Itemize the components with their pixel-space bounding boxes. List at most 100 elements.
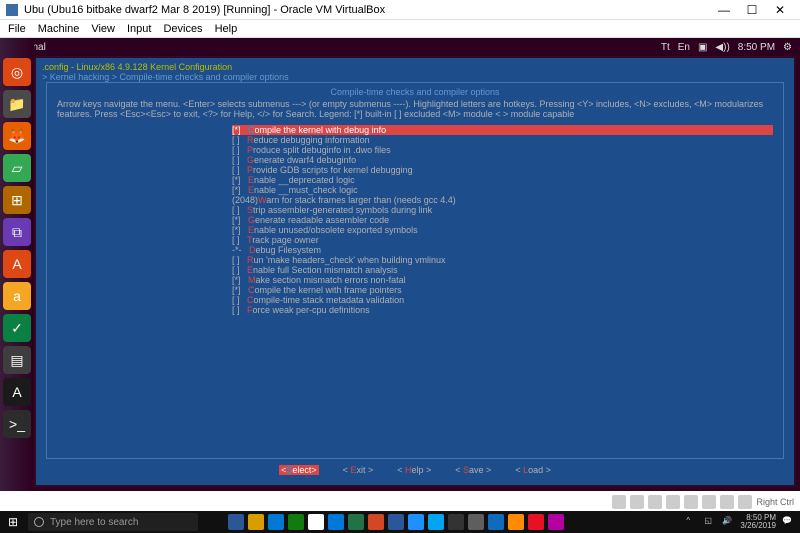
- ubuntu-topbar: Terminal Tt En ▣ ◀)) 8:50 PM ⚙: [0, 38, 800, 56]
- virtualbox-icon: [6, 4, 18, 16]
- taskbar-app-13[interactable]: [488, 514, 504, 530]
- taskbar-app-7[interactable]: [368, 514, 384, 530]
- maximize-button[interactable]: ☐: [738, 3, 766, 17]
- vb-rec-icon[interactable]: [720, 495, 734, 509]
- menuconfig-title: Compile-time checks and compiler options: [57, 87, 773, 97]
- tray-icon[interactable]: ^: [686, 516, 698, 528]
- window-title: Ubu (Ubu16 bitbake dwarf2 Mar 8 2019) [R…: [24, 4, 710, 16]
- config-option[interactable]: [*] Enable __deprecated logic: [232, 175, 773, 185]
- config-option[interactable]: [ ] Compile-time stack metadata validati…: [232, 295, 773, 305]
- taskbar-app-2[interactable]: [268, 514, 284, 530]
- menuconfig-buttons[interactable]: <Select> < Exit > < Help > < Save > < Load >: [42, 459, 788, 481]
- config-option[interactable]: [ ] Provide GDB scripts for kernel debug…: [232, 165, 773, 175]
- menu-file[interactable]: File: [8, 23, 26, 35]
- tray-net-icon[interactable]: ◱: [704, 516, 716, 528]
- config-option[interactable]: [*] Compile the kernel with frame pointe…: [232, 285, 773, 295]
- menu-view[interactable]: View: [91, 23, 115, 35]
- config-option[interactable]: [*] Enable unused/obsolete exported symb…: [232, 225, 773, 235]
- launcher-item-3[interactable]: ▱: [3, 154, 31, 182]
- vb-host-key: Right Ctrl: [756, 497, 794, 507]
- menuconfig[interactable]: .config - Linux/x86 4.9.128 Kernel Confi…: [36, 58, 794, 485]
- indicator-keyboard[interactable]: Tt: [661, 42, 670, 53]
- launcher-item-10[interactable]: A: [3, 378, 31, 406]
- menuconfig-elect-button[interactable]: <Select>: [279, 465, 319, 475]
- launcher-item-7[interactable]: a: [3, 282, 31, 310]
- menuconfig-elp-button[interactable]: < Help >: [397, 465, 431, 475]
- config-option[interactable]: [ ] Strip assembler-generated symbols du…: [232, 205, 773, 215]
- launcher-item-2[interactable]: 🦊: [3, 122, 31, 150]
- vb-cd-icon[interactable]: [630, 495, 644, 509]
- taskbar-app-1[interactable]: [248, 514, 264, 530]
- taskbar-app-6[interactable]: [348, 514, 364, 530]
- vb-hdd-icon[interactable]: [612, 495, 626, 509]
- config-option[interactable]: [*] Compile the kernel with debug info: [232, 125, 773, 135]
- vb-display-icon[interactable]: [702, 495, 716, 509]
- launcher-item-11[interactable]: >_: [3, 410, 31, 438]
- taskbar-app-0[interactable]: [228, 514, 244, 530]
- vm-display[interactable]: Terminal Tt En ▣ ◀)) 8:50 PM ⚙ ◎ 📁 🦊 ▱ ⊞ ⧉ Aa ✓…: [0, 38, 800, 491]
- launcher-item-5[interactable]: ⧉: [3, 218, 31, 246]
- menu-machine[interactable]: Machine: [38, 23, 80, 35]
- search-box[interactable]: Type here to search: [28, 513, 198, 531]
- close-button[interactable]: ✕: [766, 3, 794, 17]
- start-button[interactable]: ⊞: [0, 511, 26, 533]
- config-option[interactable]: [ ] Run 'make headers_check' when buildi…: [232, 255, 773, 265]
- launcher-item-9[interactable]: ▤: [3, 346, 31, 374]
- menuconfig-body: Compile-time checks and compiler options…: [46, 82, 784, 459]
- launcher-item-8[interactable]: ✓: [3, 314, 31, 342]
- vb-net-icon[interactable]: [648, 495, 662, 509]
- config-option[interactable]: [ ] Enable full Section mismatch analysi…: [232, 265, 773, 275]
- taskbar-app-8[interactable]: [388, 514, 404, 530]
- indicator-lang[interactable]: En: [678, 42, 690, 53]
- launcher-item-1[interactable]: 📁: [3, 90, 31, 118]
- menuconfig-xit-button[interactable]: < Exit >: [343, 465, 374, 475]
- taskbar-app-12[interactable]: [468, 514, 484, 530]
- taskbar-app-9[interactable]: [408, 514, 424, 530]
- menuconfig-oad-button[interactable]: < Load >: [515, 465, 551, 475]
- indicator-system-icon[interactable]: ⚙: [783, 42, 792, 53]
- vb-shared-icon[interactable]: [684, 495, 698, 509]
- vb-mouse-icon[interactable]: [738, 495, 752, 509]
- config-option[interactable]: (2048)Warn for stack frames larger than …: [232, 195, 773, 205]
- config-path-2: > Kernel hacking > Compile-time checks a…: [42, 72, 788, 82]
- config-option[interactable]: [ ] Generate dwarf4 debuginfo: [232, 155, 773, 165]
- action-center-icon[interactable]: 💬: [782, 516, 794, 528]
- indicator-clock[interactable]: 8:50 PM: [738, 42, 775, 53]
- launcher-item-6[interactable]: A: [3, 250, 31, 278]
- taskbar-app-10[interactable]: [428, 514, 444, 530]
- windows-taskbar: ⊞ Type here to search ^ ◱ 🔊 8:50 PM 3/26…: [0, 511, 800, 533]
- menu-help[interactable]: Help: [215, 23, 238, 35]
- indicator-sound-icon[interactable]: ◀)): [715, 42, 729, 53]
- taskbar-app-4[interactable]: [308, 514, 324, 530]
- menu-input[interactable]: Input: [127, 23, 151, 35]
- menuconfig-ave-button[interactable]: < Save >: [455, 465, 491, 475]
- taskbar-clock[interactable]: 8:50 PM 3/26/2019: [740, 514, 776, 530]
- taskbar-app-3[interactable]: [288, 514, 304, 530]
- config-option[interactable]: [ ] Track page owner: [232, 235, 773, 245]
- terminal-window[interactable]: .config - Linux/x86 4.9.128 Kernel Confi…: [34, 56, 796, 487]
- tray-vol-icon[interactable]: 🔊: [722, 516, 734, 528]
- config-option[interactable]: [*] Make section mismatch errors non-fat…: [232, 275, 773, 285]
- menu-devices[interactable]: Devices: [163, 23, 202, 35]
- menuconfig-items[interactable]: [*] Compile the kernel with debug info[ …: [232, 125, 773, 315]
- virtualbox-menubar: File Machine View Input Devices Help: [0, 20, 800, 38]
- taskbar-app-11[interactable]: [448, 514, 464, 530]
- config-option[interactable]: [ ] Reduce debugging information: [232, 135, 773, 145]
- config-option[interactable]: [*] Enable __must_check logic: [232, 185, 773, 195]
- virtualbox-statusbar: Right Ctrl: [612, 493, 794, 511]
- vb-usb-icon[interactable]: [666, 495, 680, 509]
- minimize-button[interactable]: —: [710, 3, 738, 17]
- indicator-network-icon[interactable]: ▣: [698, 42, 707, 53]
- clock-date: 3/26/2019: [740, 522, 776, 530]
- config-option[interactable]: [*] Generate readable assembler code: [232, 215, 773, 225]
- launcher-item-4[interactable]: ⊞: [3, 186, 31, 214]
- taskbar-app-16[interactable]: [548, 514, 564, 530]
- taskbar-app-14[interactable]: [508, 514, 524, 530]
- config-option[interactable]: -*- Debug Filesystem: [232, 245, 773, 255]
- taskbar-app-5[interactable]: [328, 514, 344, 530]
- launcher-item-0[interactable]: ◎: [3, 58, 31, 86]
- config-option[interactable]: [ ] Produce split debuginfo in .dwo file…: [232, 145, 773, 155]
- menuconfig-help: Arrow keys navigate the menu. <Enter> se…: [57, 99, 773, 119]
- config-option[interactable]: [ ] Force weak per-cpu definitions: [232, 305, 773, 315]
- taskbar-app-15[interactable]: [528, 514, 544, 530]
